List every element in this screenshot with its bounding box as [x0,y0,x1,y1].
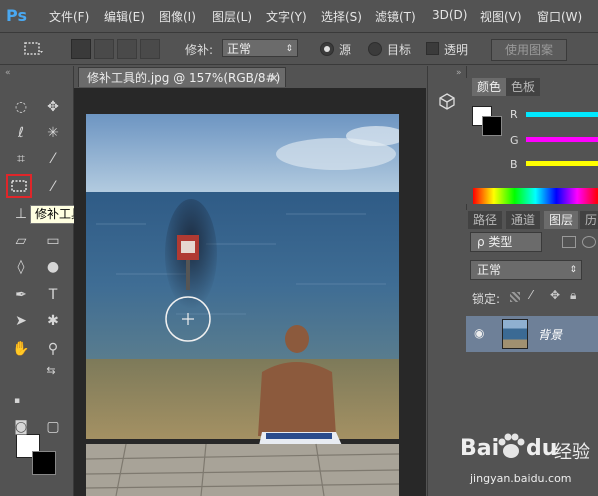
tab-swatches[interactable]: 色板 [506,78,541,96]
eyedropper-icon[interactable]: ⁄ [42,148,64,170]
source-label: 源 [339,43,352,57]
tab-channels[interactable]: 通道 [506,211,541,229]
path-select-icon[interactable]: ➤ [10,310,32,332]
patch-label: 修补: [185,43,214,57]
intersect-selection-button[interactable] [140,39,160,59]
add-selection-button[interactable] [94,39,114,59]
marquee-tool-icon[interactable]: ◌ [10,96,32,118]
document-title: 修补工具的.jpg @ 157%(RGB/8#) [87,71,281,85]
eye-icon[interactable]: ◉ [474,326,484,340]
watermark-url: jingyan.baidu.com [470,472,572,485]
transparent-label: 透明 [444,43,469,57]
menu-bar: Ps 文件(F) 编辑(E) 图像(I) 图层(L) 文字(Y) 选择(S) 滤… [0,0,598,33]
subtract-selection-button[interactable] [117,39,137,59]
type-tool-icon[interactable]: T [42,284,64,306]
menu-file[interactable]: 文件(F) [49,8,89,25]
filter-image-icon[interactable] [562,236,576,248]
brush-tool-icon[interactable]: ⁄ [42,176,64,198]
blend-mode-select[interactable]: 正常 ⇕ [470,260,582,280]
3d-cube-icon[interactable] [438,92,456,110]
collapse-icon[interactable]: « [5,68,11,78]
lock-position-icon[interactable]: ✥ [550,288,560,302]
b-label: B [510,158,518,171]
move-tool-icon[interactable]: ✥ [42,96,64,118]
tab-paths[interactable]: 路径 [468,211,503,229]
lock-all-icon[interactable]: 🔒︎ [570,288,576,303]
transparent-checkbox[interactable] [426,42,439,55]
color-panel: 颜色 色板 R G B [466,78,598,204]
g-label: G [510,134,519,147]
new-selection-button[interactable] [71,39,91,59]
menu-edit[interactable]: 编辑(E) [104,8,145,25]
blur-tool-icon[interactable]: ◊ [10,256,32,278]
patch-tool-icon [11,180,27,192]
zoom-tool-icon[interactable]: ⚲ [42,338,64,360]
b-slider[interactable] [526,161,598,166]
source-radio[interactable] [320,42,334,56]
gradient-tool-icon[interactable]: ▭ [42,230,64,252]
patch-tool-preset-icon[interactable] [22,39,44,59]
menu-type[interactable]: 文字(Y) [266,8,307,25]
r-slider[interactable] [526,112,598,117]
swap-colors-icon[interactable]: ⇆ [40,360,62,382]
filter-adjust-icon[interactable] [582,236,596,248]
eraser-tool-icon[interactable]: ▱ [10,230,32,252]
tab-color[interactable]: 颜色 [472,78,507,96]
menu-select[interactable]: 选择(S) [321,8,362,25]
menu-layer[interactable]: 图层(L) [212,8,252,25]
document-canvas[interactable] [86,114,399,496]
menu-image[interactable]: 图像(I) [159,8,196,25]
menu-view[interactable]: 视图(V) [480,8,522,25]
destination-label: 目标 [387,43,412,57]
updown-icon: ⇕ [285,44,293,54]
lock-label: 锁定: [472,292,501,306]
tab-history[interactable]: 历 [580,211,598,229]
patch-tool-button[interactable] [6,174,32,198]
toolbox: « ◌ ✥ ℓ ✳ ⌗ ⁄ ⁄ ⊥ ▱ ▭ ◊ ● ✒ T ➤ ✱ ✋ ⚲ ⇆ … [0,66,74,496]
baidu-paw-logo [498,433,525,458]
menu-filter[interactable]: 滤镜(T) [375,8,416,25]
lock-pixels-icon[interactable]: ⁄ [530,288,532,302]
layer-row[interactable]: ◉ 背景 [466,316,598,352]
lock-transparency-icon[interactable] [510,292,520,302]
hand-tool-icon[interactable]: ✋ [10,338,32,360]
g-slider[interactable] [526,137,598,142]
watermark-brand: Bai [460,436,500,461]
bg-color-chip[interactable] [482,116,502,136]
layer-thumbnail [502,319,528,349]
use-pattern-button[interactable]: 使用图案 [491,39,567,61]
beach-photo [86,114,399,496]
destination-radio[interactable] [368,42,382,56]
watermark-suffix: 经验 [554,442,590,463]
shape-tool-icon[interactable]: ✱ [42,310,64,332]
crop-tool-icon[interactable]: ⌗ [10,148,32,170]
updown-icon: ⇕ [569,265,577,275]
color-spectrum[interactable] [473,188,598,204]
default-colors-icon[interactable]: ▪ [6,390,28,412]
watermark: Bai du 经验 jingyan.baidu.com [430,430,598,496]
stamp-tool-icon[interactable]: ⊥ [10,203,32,225]
menu-3d[interactable]: 3D(D) [432,8,467,22]
quick-mask-icon[interactable]: ◙ [10,416,32,438]
patch-mode-select[interactable]: 正常 ⇕ [222,39,298,57]
expand-icon[interactable]: » [456,68,462,78]
menu-window[interactable]: 窗口(W) [537,8,582,25]
r-label: R [510,108,518,121]
document-tab[interactable]: 修补工具的.jpg @ 157%(RGB/8#) × [78,67,286,87]
background-color-swatch[interactable] [32,451,56,475]
layer-filter-select[interactable]: ρ 类型 [470,232,542,252]
tab-layers[interactable]: 图层 [544,211,579,229]
magic-wand-icon[interactable]: ✳ [42,122,64,144]
close-icon[interactable]: × [269,68,279,88]
options-bar: 修补: 正常 ⇕ 源 目标 透明 使用图案 [0,33,598,65]
layer-name: 背景 [538,328,563,342]
watermark-brand2: du [526,436,558,461]
screen-mode-icon[interactable]: ▢ [42,416,64,438]
pen-tool-icon[interactable]: ✒ [10,284,32,306]
dodge-tool-icon[interactable]: ● [42,256,64,278]
lasso-tool-icon[interactable]: ℓ [10,122,32,144]
photoshop-logo: Ps [6,6,27,25]
